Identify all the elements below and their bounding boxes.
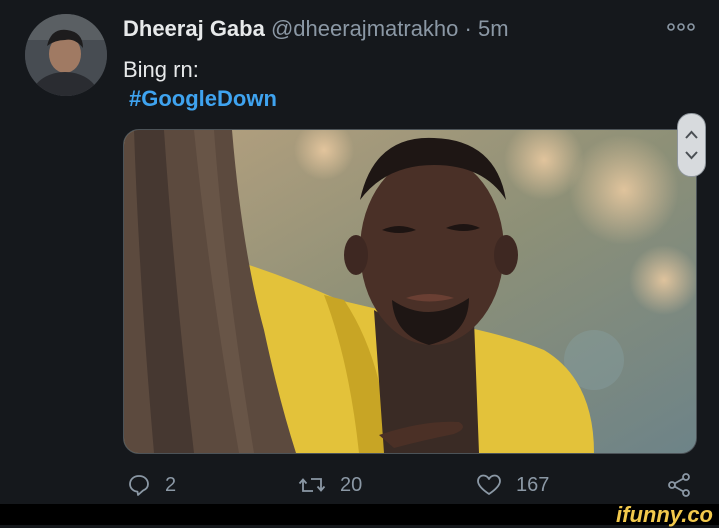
share-button[interactable] — [666, 472, 692, 498]
media-scroll-control[interactable] — [677, 113, 706, 177]
reply-button[interactable]: 2 — [127, 472, 176, 498]
reply-count: 2 — [165, 473, 177, 496]
meme-photo — [124, 130, 696, 453]
retweet-count: 20 — [340, 473, 363, 496]
retweet-button[interactable]: 20 — [298, 472, 362, 498]
retweet-icon — [298, 478, 326, 492]
avatar-image — [25, 14, 107, 96]
tweet-header: Dheeraj Gaba @dheerajmatrakho · 5m — [123, 16, 509, 42]
share-icon — [668, 473, 690, 497]
like-button[interactable]: 167 — [476, 472, 549, 498]
more-icon[interactable] — [666, 20, 696, 39]
tweet-time[interactable]: 5m — [478, 16, 509, 41]
footer-bar — [0, 504, 719, 525]
like-icon — [477, 474, 501, 495]
author-name[interactable]: Dheeraj Gaba — [123, 16, 265, 41]
ifunny-watermark: ifunny.co — [616, 502, 713, 527]
hashtag-link[interactable]: #GoogleDown — [129, 86, 277, 112]
reply-icon — [129, 475, 149, 496]
author-handle[interactable]: @dheerajmatrakho — [271, 16, 458, 41]
tweet-media-image[interactable] — [123, 129, 697, 454]
header-separator: · — [464, 16, 472, 41]
like-count: 167 — [516, 473, 550, 496]
chevron-up-icon — [685, 130, 698, 139]
avatar[interactable] — [25, 14, 107, 96]
tweet-text: Bing rn: — [123, 57, 199, 82]
chevron-down-icon — [685, 151, 698, 160]
